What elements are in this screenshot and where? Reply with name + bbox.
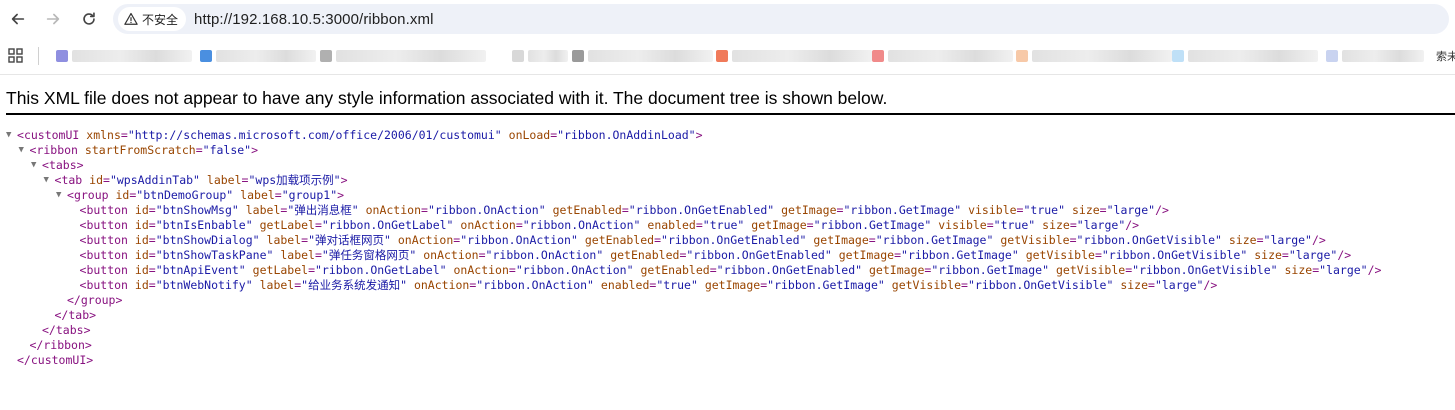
bookmark-label-blurred	[528, 50, 568, 62]
bookmark-favicon-icon	[1326, 50, 1338, 62]
url-text[interactable]: http://192.168.10.5:3000/ribbon.xml	[194, 11, 434, 28]
bookmark-favicon-icon	[320, 50, 332, 62]
collapse-toggle-icon[interactable]: ▼	[44, 173, 54, 188]
xml-line: </tab>	[0, 308, 1455, 323]
bookmark-label-blurred	[732, 50, 872, 62]
xml-line: <button id="btnShowDialog" label="弹对话框网页…	[0, 233, 1455, 248]
bookmarks-divider	[38, 47, 39, 65]
xml-line: </group>	[0, 293, 1455, 308]
xml-line-text: <button id="btnApiEvent" getLabel="ribbo…	[79, 263, 1382, 277]
xml-line: <button id="btnShowMsg" label="弹出消息框" on…	[0, 203, 1455, 218]
xml-line-text: </ribbon>	[29, 338, 92, 352]
collapse-toggle-icon[interactable]: ▼	[56, 188, 66, 203]
xml-line-text: <customUI xmlns="http://schemas.microsof…	[17, 128, 703, 142]
bookmark-item[interactable]	[872, 48, 1013, 64]
bookmark-label-blurred	[588, 50, 713, 62]
forward-button[interactable]	[37, 3, 69, 35]
bookmark-label-blurred	[888, 50, 1013, 62]
xml-line-text: </customUI>	[17, 353, 94, 367]
xml-style-banner: This XML file does not appear to have an…	[6, 88, 888, 108]
bookmark-item[interactable]	[1172, 48, 1318, 64]
bookmark-favicon-icon	[56, 50, 68, 62]
xml-line-text: <ribbon startFromScratch="false">	[29, 143, 259, 157]
bookmark-item[interactable]	[716, 48, 872, 64]
xml-line: </customUI>	[0, 353, 1455, 368]
xml-line-text: <button id="btnWebNotify" label="给业务系统发通…	[79, 278, 1218, 292]
bookmark-favicon-icon	[512, 50, 524, 62]
bookmark-favicon-icon	[200, 50, 212, 62]
xml-line: ▼ <group id="btnDemoGroup" label="group1"…	[0, 188, 1455, 203]
reload-icon	[83, 12, 95, 25]
browser-toolbar: 不安全 http://192.168.10.5:3000/ribbon.xml	[0, 0, 1455, 38]
bookmark-item[interactable]	[512, 48, 568, 64]
xml-line-text: <button id="btnShowTaskPane" label="弹任务窗…	[79, 248, 1352, 262]
bookmark-item[interactable]	[200, 48, 316, 64]
bookmark-favicon-icon	[1016, 50, 1028, 62]
bookmark-favicon-icon	[872, 50, 884, 62]
xml-line: </ribbon>	[0, 338, 1455, 353]
bookmarks-overflow-label[interactable]: 索未	[1436, 48, 1455, 64]
xml-line: ▼ <tabs>	[0, 158, 1455, 173]
back-button[interactable]	[2, 3, 34, 35]
warning-icon	[124, 12, 138, 25]
bookmark-item[interactable]	[56, 48, 192, 64]
xml-line-text: <tab id="wpsAddinTab" label="wps加载项示例">	[54, 173, 348, 187]
xml-line-text: </group>	[67, 293, 123, 307]
bookmark-label-blurred	[72, 50, 192, 62]
collapse-toggle-icon[interactable]: ▼	[19, 143, 29, 158]
address-bar[interactable]: 不安全 http://192.168.10.5:3000/ribbon.xml	[113, 4, 1449, 34]
bookmark-item[interactable]	[1326, 48, 1424, 64]
bookmark-item[interactable]	[320, 48, 486, 64]
xml-line: <button id="btnIsEnbable" getLabel="ribb…	[0, 218, 1455, 233]
bookmark-label-blurred	[336, 50, 486, 62]
xml-line: ▼ <ribbon startFromScratch="false">	[0, 143, 1455, 158]
arrow-left-icon	[11, 13, 25, 25]
apps-grid-icon[interactable]	[8, 48, 24, 64]
arrow-right-icon	[46, 13, 60, 25]
bookmark-label-blurred	[1188, 50, 1318, 62]
xml-line-text: <tabs>	[42, 158, 84, 172]
xml-line-text: <button id="btnIsEnbable" getLabel="ribb…	[79, 218, 1140, 232]
bookmarks-bar: 索未	[0, 38, 1455, 75]
xml-line: <button id="btnApiEvent" getLabel="ribbo…	[0, 263, 1455, 278]
reload-button[interactable]	[73, 3, 105, 35]
xml-line-text: <group id="btnDemoGroup" label="group1">	[67, 188, 345, 202]
bookmark-favicon-icon	[1172, 50, 1184, 62]
xml-line-text: </tab>	[54, 308, 97, 322]
bookmark-item[interactable]	[572, 48, 713, 64]
xml-line-text: <button id="btnShowDialog" label="弹对话框网页…	[79, 233, 1326, 247]
collapse-toggle-icon[interactable]: ▼	[6, 128, 16, 143]
bookmark-item[interactable]	[1016, 48, 1172, 64]
bookmark-favicon-icon	[716, 50, 728, 62]
xml-line: <button id="btnWebNotify" label="给业务系统发通…	[0, 278, 1455, 293]
xml-line-text: <button id="btnShowMsg" label="弹出消息框" on…	[79, 203, 1169, 217]
security-label: 不安全	[142, 12, 179, 27]
xml-line: ▼ <tab id="wpsAddinTab" label="wps加载项示例">	[0, 173, 1455, 188]
bookmark-label-blurred	[1032, 50, 1172, 62]
xml-line: </tabs>	[0, 323, 1455, 338]
xml-tree: ▼ <customUI xmlns="http://schemas.microso…	[0, 128, 1455, 368]
bookmark-label-blurred	[1342, 50, 1424, 62]
xml-line: ▼ <customUI xmlns="http://schemas.microso…	[0, 128, 1455, 143]
xml-line-text: </tabs>	[42, 323, 91, 337]
bookmark-label-blurred	[216, 50, 316, 62]
security-chip[interactable]: 不安全	[118, 7, 187, 31]
xml-line: <button id="btnShowTaskPane" label="弹任务窗…	[0, 248, 1455, 263]
banner-divider	[6, 113, 1455, 115]
bookmark-favicon-icon	[572, 50, 584, 62]
collapse-toggle-icon[interactable]: ▼	[31, 158, 41, 173]
